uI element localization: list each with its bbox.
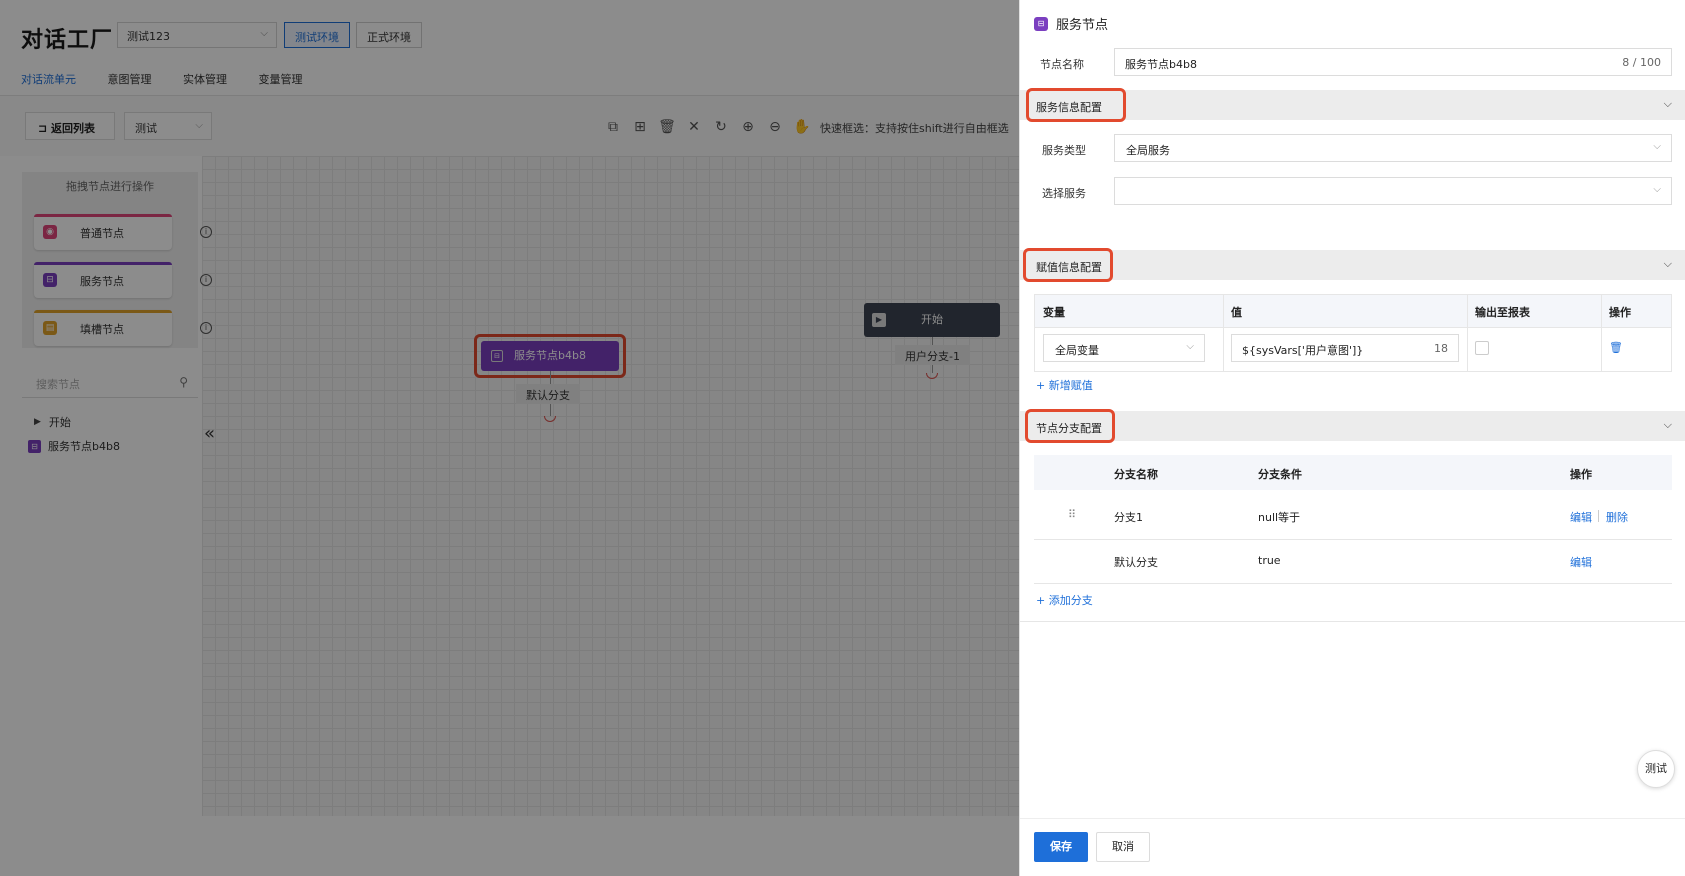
branch-col-name: 分支名称 [1114, 468, 1158, 481]
assign-variable-select[interactable]: 全局变量 ⌵ [1043, 334, 1205, 362]
add-assignment-link[interactable]: + 新增赋值 [1036, 377, 1093, 393]
assign-col-variable: 变量 [1043, 306, 1065, 319]
link-separator [1598, 510, 1599, 522]
cancel-button[interactable]: 取消 [1096, 832, 1150, 862]
drawer-title: 服务节点 [1056, 18, 1109, 33]
highlight-box [1026, 88, 1126, 122]
assign-variable-value: 全局变量 [1055, 344, 1099, 357]
table-divider [1601, 295, 1602, 371]
chevron-down-icon: ⌵ [1663, 418, 1672, 431]
table-divider [1034, 583, 1672, 584]
branch-col-action: 操作 [1570, 468, 1592, 481]
assign-col-action: 操作 [1609, 306, 1631, 319]
modal-mask[interactable] [0, 0, 1019, 876]
section-assign-info[interactable]: 赋值信息配置 ⌵ [1020, 250, 1685, 280]
assign-col-report: 输出至报表 [1475, 306, 1530, 319]
select-service-label: 选择服务 [1042, 187, 1086, 200]
branch-name: 默认分支 [1114, 556, 1158, 569]
node-name-label: 节点名称 [1040, 58, 1084, 71]
service-node-icon: ⊟ [1034, 16, 1048, 31]
assign-value-counter: 18 [1434, 342, 1448, 355]
assign-value-text: ${sysVars['用户意图']} [1242, 344, 1364, 357]
flow-editor-app: 对话工厂 测试123 ⌵ 测试环境 正式环境 对话流单元 意图管理 实体管理 变… [0, 0, 1019, 876]
table-divider [1467, 295, 1468, 371]
table-divider [1034, 539, 1672, 540]
chevron-down-icon: ⌵ [1653, 184, 1661, 195]
service-type-label: 服务类型 [1042, 144, 1086, 157]
chevron-down-icon: ⌵ [1663, 257, 1672, 270]
branch-name: 分支1 [1114, 511, 1143, 524]
assign-value-input[interactable]: ${sysVars['用户意图']} 18 [1231, 334, 1459, 362]
table-divider [1223, 295, 1224, 371]
chevron-down-icon: ⌵ [1653, 141, 1661, 152]
branch-delete-link[interactable]: 删除 [1606, 509, 1628, 525]
assign-table-header [1035, 295, 1671, 327]
node-name-value: 服务节点b4b8 [1125, 58, 1197, 71]
assign-table: 变量 值 输出至报表 操作 全局变量 ⌵ ${sysVars['用户意图']} … [1034, 294, 1672, 372]
save-button[interactable]: 保存 [1034, 832, 1088, 862]
drawer-header: ⊟ 服务节点 [1034, 14, 1108, 33]
branch-edit-link[interactable]: 编辑 [1570, 509, 1592, 525]
node-name-input[interactable]: 服务节点b4b8 8 / 100 [1114, 48, 1672, 76]
branch-col-condition: 分支条件 [1258, 468, 1302, 481]
trash-icon[interactable]: 🗑 [1609, 341, 1623, 354]
highlight-box [1025, 409, 1115, 443]
assign-col-value: 值 [1231, 306, 1242, 319]
node-config-drawer: ⊟ 服务节点 节点名称 服务节点b4b8 8 / 100 服务信息配置 ⌵ 服务… [1019, 0, 1685, 876]
branch-condition: true [1258, 554, 1281, 567]
output-report-checkbox[interactable] [1475, 341, 1489, 355]
service-type-select[interactable]: 全局服务 ⌵ [1114, 134, 1672, 162]
chevron-down-icon: ⌵ [1186, 341, 1194, 352]
section-branch-config[interactable]: 节点分支配置 ⌵ [1020, 411, 1685, 441]
add-branch-link[interactable]: + 添加分支 [1036, 592, 1093, 608]
table-divider [1035, 327, 1671, 328]
select-service-select[interactable]: ⌵ [1114, 177, 1672, 205]
drag-handle-icon[interactable]: ⠿ [1068, 508, 1076, 521]
branch-table: 分支名称 分支条件 操作 ⠿ 分支1 null等于 编辑 删除 默认分支 tru… [1034, 455, 1672, 585]
section-divider [1020, 621, 1685, 622]
footer-divider [1020, 818, 1685, 819]
float-test-button[interactable]: 测试 [1637, 750, 1675, 788]
branch-edit-link[interactable]: 编辑 [1570, 554, 1592, 570]
highlight-box [1023, 248, 1113, 282]
branch-condition: null等于 [1258, 511, 1301, 524]
service-type-value: 全局服务 [1126, 144, 1170, 157]
chevron-down-icon: ⌵ [1663, 97, 1672, 110]
node-name-counter: 8 / 100 [1622, 56, 1661, 69]
